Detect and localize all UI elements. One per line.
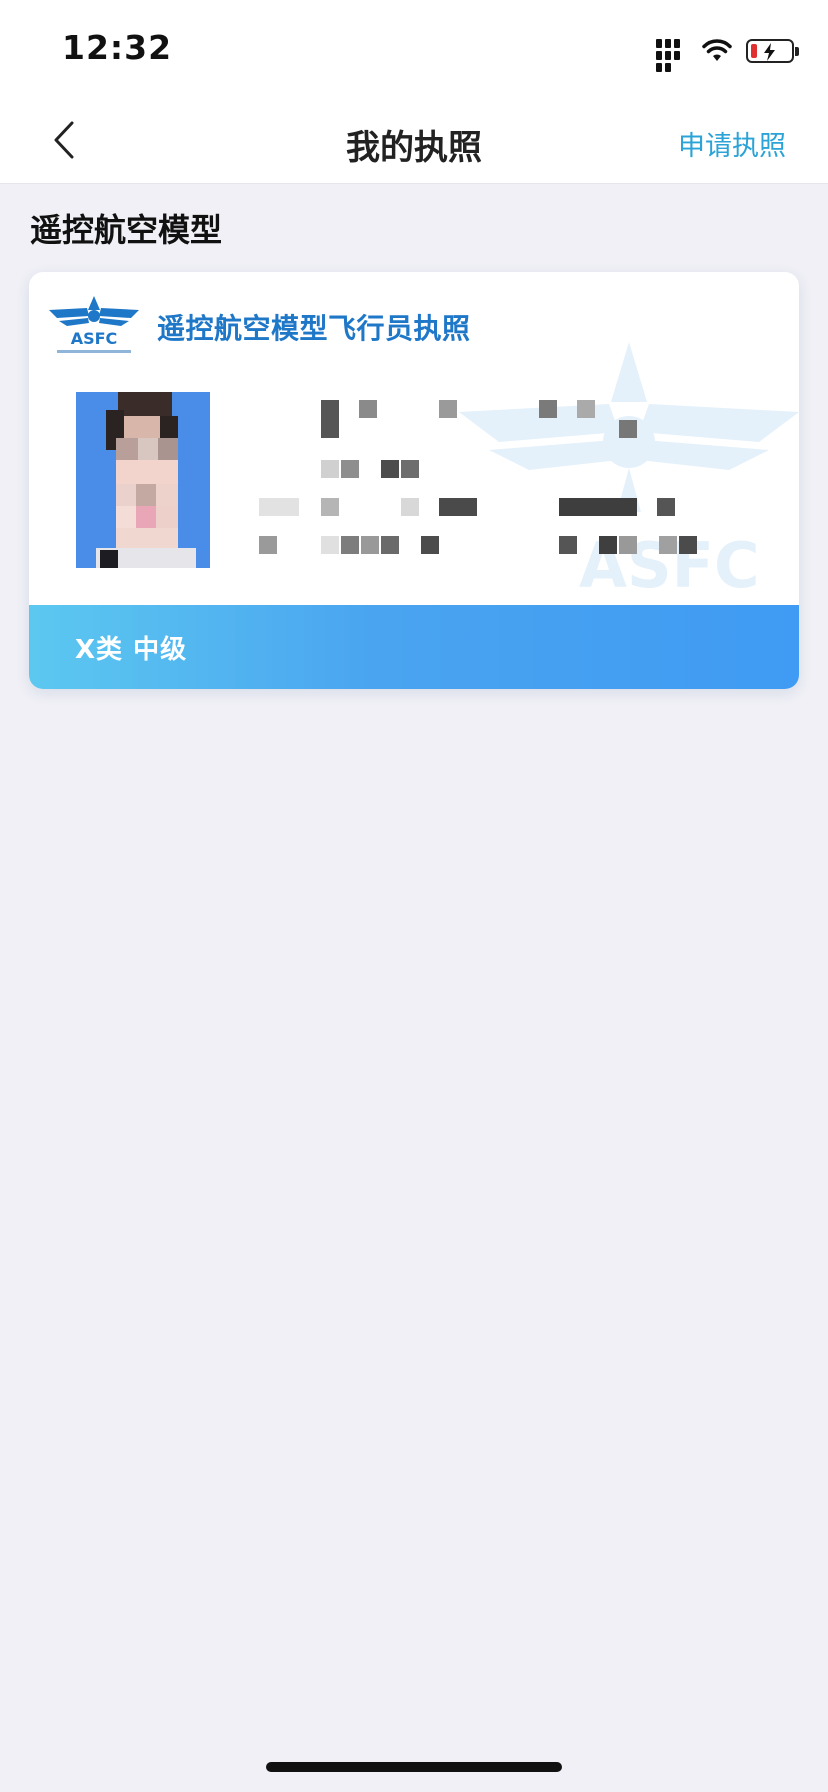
section-title: 遥控航空模型: [30, 211, 223, 249]
card-footer: X类 中级: [29, 605, 799, 689]
apply-license-button[interactable]: 申请执照: [678, 124, 786, 163]
license-level: X类 中级: [75, 635, 188, 665]
license-card[interactable]: ASFC ASFC 遥控航空模型飞行员执照 X类 中级: [29, 272, 799, 689]
status-bar: 12:32: [0, 0, 828, 96]
license-info-pixelated: [29, 272, 799, 602]
home-indicator[interactable]: [266, 1762, 562, 1772]
status-time: 12:32: [62, 28, 173, 67]
cellular-signal-icon: [656, 39, 688, 72]
charging-bolt-icon: [764, 43, 775, 61]
battery-icon: [746, 39, 799, 63]
navigation-bar: 我的执照 申请执照: [0, 96, 828, 184]
status-icons: [656, 36, 799, 72]
wifi-icon: [702, 39, 732, 61]
